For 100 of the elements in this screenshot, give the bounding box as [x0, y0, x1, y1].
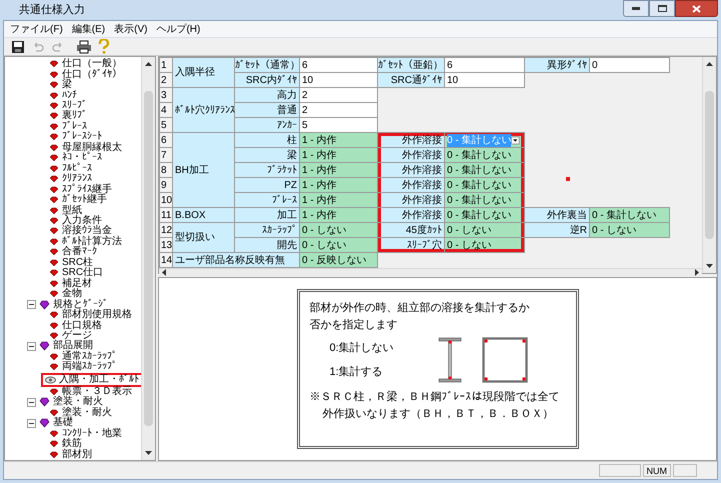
scroll-right-arrow-icon[interactable]	[695, 269, 699, 276]
tree-item[interactable]: 梁	[49, 80, 72, 90]
menu-item[interactable]: 表示(V)	[114, 22, 148, 36]
description-text: 部材が外作の時、組立部の溶接を集計するか	[310, 300, 530, 316]
tree-group-item[interactable]: 部品展開	[39, 341, 93, 352]
dropdown-cell[interactable]: 1 - 内作	[300, 162, 378, 178]
value-cell[interactable]: 6	[300, 58, 378, 72]
tree-item[interactable]: ﾎﾞﾙﾄ計算方法	[49, 236, 122, 247]
tree-item[interactable]: 仕口規格	[49, 320, 102, 331]
group-label: 入隅半径	[172, 58, 234, 88]
tree-item[interactable]: 両端ｽｶｰﾗｯﾌﾟ	[49, 362, 117, 372]
field-label: ｽﾘｰﾌﾞ穴	[378, 238, 444, 252]
dropdown-cell[interactable]: 0 - 集計しない	[444, 148, 524, 162]
tree-toggle-icon[interactable]	[27, 418, 36, 428]
option-text: 1:集計する	[330, 364, 384, 380]
dropdown-cell[interactable]: 1 - 内作	[300, 178, 378, 192]
dropdown-cell[interactable]: 1 - 内作	[300, 148, 378, 162]
tree-item[interactable]: ﾌﾙﾋﾟｰｽ	[49, 164, 92, 174]
value-cell[interactable]: 10	[444, 72, 524, 88]
tree-item[interactable]: 塗装・耐火	[49, 408, 112, 418]
tree-item[interactable]: 裏ﾘﾌﾞ	[49, 111, 87, 122]
maximize-button[interactable]	[649, 0, 675, 17]
horizontal-scrollbar[interactable]	[159, 268, 702, 276]
tree-item[interactable]: ｽﾌﾟﾗｲｽ継手	[49, 184, 112, 195]
value-cell[interactable]: 0	[590, 58, 670, 72]
value-cell[interactable]: 6	[444, 58, 524, 72]
note-text: ※ＳＲＣ柱，Ｒ梁，ＢＨ鋼ﾌﾞﾚｰｽは現段階では全て	[310, 390, 560, 405]
tree-item[interactable]: 仕口（ﾀﾞｲﾔ）	[49, 70, 122, 80]
printer-icon[interactable]	[76, 40, 92, 54]
value-cell[interactable]: 5	[300, 118, 378, 132]
dropdown-cell[interactable]: 0 - しない	[300, 238, 378, 252]
dropdown-cell[interactable]: 0 - しない	[444, 222, 524, 238]
dropdown-cell[interactable]: 0 - しない	[444, 238, 524, 252]
value-cell[interactable]: 2	[300, 88, 378, 102]
minimize-button[interactable]	[623, 0, 649, 17]
dropdown-cell[interactable]: 0 - 集計しない	[444, 208, 524, 222]
tree-toggle-icon[interactable]	[27, 300, 36, 310]
dropdown-cell[interactable]: 0 - 集計しない	[444, 178, 524, 192]
tree-group-item[interactable]: 基礎	[39, 418, 73, 428]
box-section-drawing	[482, 337, 528, 383]
scroll-down-arrow-icon[interactable]	[145, 451, 152, 455]
group-label: 型切扱い	[172, 222, 234, 252]
row-number: 1	[160, 58, 172, 72]
tree-item[interactable]: 補足材	[49, 278, 92, 289]
scroll-left-arrow-icon[interactable]	[162, 269, 166, 276]
tree-item[interactable]: 金物	[49, 289, 82, 300]
tree-item[interactable]: ゲージ	[49, 331, 92, 341]
group-label: BH加工	[172, 132, 234, 208]
tree-item[interactable]: 部材別	[49, 450, 92, 460]
tree-item[interactable]: ﾌﾞﾚｰｽ	[49, 122, 87, 132]
dropdown-cell[interactable]: 0 - しない	[300, 222, 378, 238]
scroll-down-arrow-icon[interactable]	[706, 264, 713, 268]
dropdown-cell[interactable]: 0 - しない	[590, 222, 670, 238]
scroll-up-arrow-icon[interactable]	[706, 62, 713, 66]
tree-item[interactable]: 入隅・加工・ﾎﾞﾙﾄ	[41, 372, 141, 387]
scroll-up-arrow-icon[interactable]	[145, 62, 152, 66]
tree-item[interactable]: 仕口（一般）	[49, 59, 122, 70]
menu-item[interactable]: ファイル(F)	[10, 22, 63, 36]
field-label: 外作溶接	[378, 192, 444, 208]
tree-toggle-icon[interactable]	[27, 342, 36, 351]
dropdown-cell[interactable]: 0 - 集計しない	[444, 192, 524, 208]
value-cell[interactable]: 2	[300, 102, 378, 118]
field-label: ﾌﾞﾗｹｯﾄ	[234, 162, 300, 178]
tree-item[interactable]: 部材別使用規格	[49, 310, 132, 320]
tree-item[interactable]: 合番ﾏｰｸ	[49, 247, 97, 258]
tree-item[interactable]: ﾈｺ・ﾋﾟｰｽ	[49, 153, 102, 164]
tree-item[interactable]: ﾊﾝﾁ	[49, 90, 77, 101]
tree-group-item[interactable]: 規格とｹﾞｰｼﾞ	[39, 300, 108, 310]
menu-item[interactable]: ヘルプ(H)	[156, 22, 200, 36]
dropdown-cell[interactable]: 0 - 集計しない	[444, 162, 524, 178]
save-icon[interactable]	[11, 40, 25, 54]
tree-item[interactable]: 型紙	[49, 206, 82, 216]
tree-item[interactable]: 母屋胴縁根太	[49, 142, 122, 153]
tree-item[interactable]: 溶接ｳﾗ当金	[49, 226, 112, 236]
tree-item[interactable]: ﾌﾞﾚｰｽｼｰﾄ	[49, 132, 102, 142]
row-number: 9	[160, 178, 172, 192]
tree-toggle-icon[interactable]	[27, 398, 36, 407]
tree-item[interactable]: SRC柱	[49, 258, 94, 268]
menu-item[interactable]: 編集(E)	[72, 22, 106, 36]
close-button[interactable]	[675, 0, 718, 17]
vertical-scrollbar[interactable]	[702, 57, 716, 273]
value-cell[interactable]: 10	[300, 72, 378, 88]
tree-item[interactable]: SRC仕口	[49, 268, 104, 278]
tree-item[interactable]: 帳票・３Ｄ表示	[49, 386, 132, 397]
vertical-scrollbar[interactable]	[141, 57, 155, 460]
tree-item[interactable]: ｸﾘｱﾗﾝｽ	[49, 174, 92, 184]
eye-icon	[45, 376, 56, 384]
dropdown-cell[interactable]: 1 - 内作	[300, 208, 378, 222]
tree-group-item[interactable]: 塗装・耐火	[39, 397, 103, 408]
dropdown-cell[interactable]: 1 - 内作	[300, 132, 378, 148]
dropdown-cell[interactable]: 0 - 反映しない	[300, 252, 378, 268]
tree-item[interactable]: 鉄筋	[49, 439, 82, 450]
window-title: 共通仕様入力	[19, 2, 85, 18]
group-label: ﾎﾞﾙﾄ穴ｸﾘｱﾗﾝｽ	[172, 88, 234, 132]
dropdown-cell[interactable]: 0 - 集計しない	[590, 208, 670, 222]
tree-item[interactable]: ｺﾝｸﾘｰﾄ・地業	[49, 428, 122, 439]
tree-item[interactable]: ｶﾞｾｯﾄ継手	[49, 195, 107, 206]
tree-item[interactable]: 通常ｽｶｰﾗｯﾌﾟ	[49, 352, 117, 362]
field-label: ｱﾝｶｰ	[234, 118, 300, 132]
dropdown-cell[interactable]: 1 - 内作	[300, 192, 378, 208]
